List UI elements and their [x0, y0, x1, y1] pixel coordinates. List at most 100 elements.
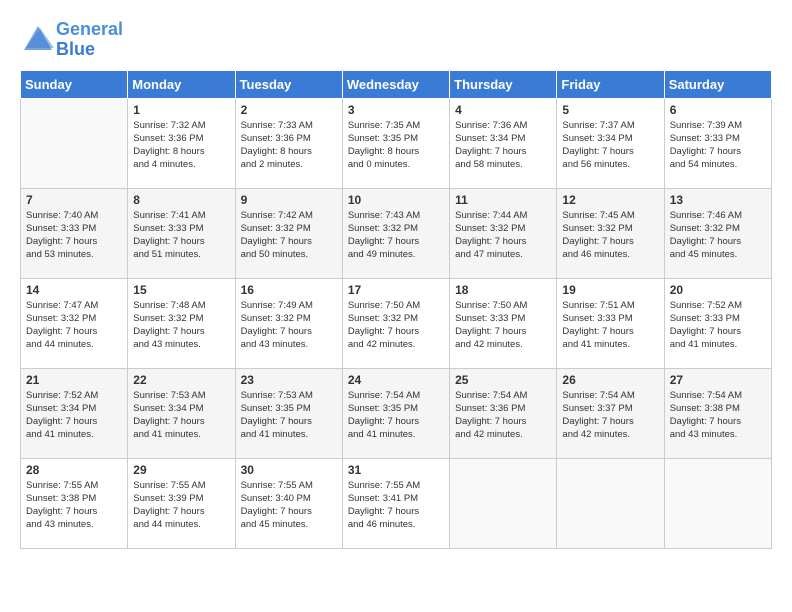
day-info: Sunrise: 7:40 AMSunset: 3:33 PMDaylight:… [26, 209, 122, 262]
calendar-cell: 1 Sunrise: 7:32 AMSunset: 3:36 PMDaylight… [128, 98, 235, 188]
day-number: 24 [348, 373, 444, 387]
calendar-cell [450, 458, 557, 548]
day-number: 12 [562, 193, 658, 207]
day-number: 23 [241, 373, 337, 387]
day-info: Sunrise: 7:55 AMSunset: 3:41 PMDaylight:… [348, 479, 444, 532]
calendar-cell: 24 Sunrise: 7:54 AMSunset: 3:35 PMDayligh… [342, 368, 449, 458]
day-info: Sunrise: 7:52 AMSunset: 3:34 PMDaylight:… [26, 389, 122, 442]
calendar-cell [557, 458, 664, 548]
day-info: Sunrise: 7:52 AMSunset: 3:33 PMDaylight:… [670, 299, 766, 352]
day-info: Sunrise: 7:50 AMSunset: 3:32 PMDaylight:… [348, 299, 444, 352]
day-info: Sunrise: 7:44 AMSunset: 3:32 PMDaylight:… [455, 209, 551, 262]
day-number: 29 [133, 463, 229, 477]
calendar-cell: 21 Sunrise: 7:52 AMSunset: 3:34 PMDayligh… [21, 368, 128, 458]
day-number: 25 [455, 373, 551, 387]
calendar-cell: 12 Sunrise: 7:45 AMSunset: 3:32 PMDayligh… [557, 188, 664, 278]
calendar-cell: 25Sunrise: 7:54 AMSunset: 3:36 PMDayligh… [450, 368, 557, 458]
day-info: Sunrise: 7:51 AMSunset: 3:33 PMDaylight:… [562, 299, 658, 352]
week-row-1: 1 Sunrise: 7:32 AMSunset: 3:36 PMDaylight… [21, 98, 772, 188]
day-info: Sunrise: 7:54 AMSunset: 3:37 PMDaylight:… [562, 389, 658, 442]
day-info: Sunrise: 7:47 AMSunset: 3:32 PMDaylight:… [26, 299, 122, 352]
day-info: Sunrise: 7:53 AMSunset: 3:35 PMDaylight:… [241, 389, 337, 442]
day-number: 5 [562, 103, 658, 117]
day-info: Sunrise: 7:53 AMSunset: 3:34 PMDaylight:… [133, 389, 229, 442]
calendar-cell: 30Sunrise: 7:55 AMSunset: 3:40 PMDayligh… [235, 458, 342, 548]
day-info: Sunrise: 7:46 AMSunset: 3:32 PMDaylight:… [670, 209, 766, 262]
day-number: 16 [241, 283, 337, 297]
calendar-cell: 15 Sunrise: 7:48 AMSunset: 3:32 PMDayligh… [128, 278, 235, 368]
day-number: 1 [133, 103, 229, 117]
calendar-cell: 28 Sunrise: 7:55 AMSunset: 3:38 PMDayligh… [21, 458, 128, 548]
calendar-cell: 3 Sunrise: 7:35 AMSunset: 3:35 PMDaylight… [342, 98, 449, 188]
calendar-cell: 5 Sunrise: 7:37 AMSunset: 3:34 PMDaylight… [557, 98, 664, 188]
day-info: Sunrise: 7:55 AMSunset: 3:38 PMDaylight:… [26, 479, 122, 532]
day-info: Sunrise: 7:42 AMSunset: 3:32 PMDaylight:… [241, 209, 337, 262]
day-info: Sunrise: 7:39 AMSunset: 3:33 PMDaylight:… [670, 119, 766, 172]
day-info: Sunrise: 7:55 AMSunset: 3:39 PMDaylight:… [133, 479, 229, 532]
day-info: Sunrise: 7:45 AMSunset: 3:32 PMDaylight:… [562, 209, 658, 262]
day-header-monday: Monday [128, 70, 235, 98]
logo: General Blue [20, 20, 123, 60]
calendar-cell: 31Sunrise: 7:55 AMSunset: 3:41 PMDayligh… [342, 458, 449, 548]
day-number: 11 [455, 193, 551, 207]
week-row-2: 7 Sunrise: 7:40 AMSunset: 3:33 PMDaylight… [21, 188, 772, 278]
day-info: Sunrise: 7:37 AMSunset: 3:34 PMDaylight:… [562, 119, 658, 172]
day-number: 20 [670, 283, 766, 297]
calendar-cell: 17 Sunrise: 7:50 AMSunset: 3:32 PMDayligh… [342, 278, 449, 368]
day-number: 9 [241, 193, 337, 207]
day-number: 22 [133, 373, 229, 387]
day-number: 13 [670, 193, 766, 207]
calendar-cell [21, 98, 128, 188]
calendar-cell: 4 Sunrise: 7:36 AMSunset: 3:34 PMDaylight… [450, 98, 557, 188]
day-number: 17 [348, 283, 444, 297]
calendar-cell: 20 Sunrise: 7:52 AMSunset: 3:33 PMDayligh… [664, 278, 771, 368]
days-header-row: SundayMondayTuesdayWednesdayThursdayFrid… [21, 70, 772, 98]
day-number: 18 [455, 283, 551, 297]
day-number: 28 [26, 463, 122, 477]
day-number: 10 [348, 193, 444, 207]
day-info: Sunrise: 7:43 AMSunset: 3:32 PMDaylight:… [348, 209, 444, 262]
day-info: Sunrise: 7:33 AMSunset: 3:36 PMDaylight:… [241, 119, 337, 172]
calendar-cell: 29 Sunrise: 7:55 AMSunset: 3:39 PMDayligh… [128, 458, 235, 548]
calendar-cell: 26 Sunrise: 7:54 AMSunset: 3:37 PMDayligh… [557, 368, 664, 458]
day-header-thursday: Thursday [450, 70, 557, 98]
day-number: 27 [670, 373, 766, 387]
day-number: 3 [348, 103, 444, 117]
day-info: Sunrise: 7:48 AMSunset: 3:32 PMDaylight:… [133, 299, 229, 352]
day-info: Sunrise: 7:32 AMSunset: 3:36 PMDaylight:… [133, 119, 229, 172]
day-number: 6 [670, 103, 766, 117]
calendar-cell: 16 Sunrise: 7:49 AMSunset: 3:32 PMDayligh… [235, 278, 342, 368]
logo-text: General Blue [56, 20, 123, 60]
day-number: 2 [241, 103, 337, 117]
calendar-cell: 13 Sunrise: 7:46 AMSunset: 3:32 PMDayligh… [664, 188, 771, 278]
page-header: General Blue [20, 20, 772, 60]
calendar-cell: 22 Sunrise: 7:53 AMSunset: 3:34 PMDayligh… [128, 368, 235, 458]
calendar-cell: 14Sunrise: 7:47 AMSunset: 3:32 PMDayligh… [21, 278, 128, 368]
calendar-cell: 2 Sunrise: 7:33 AMSunset: 3:36 PMDaylight… [235, 98, 342, 188]
day-number: 8 [133, 193, 229, 207]
day-info: Sunrise: 7:50 AMSunset: 3:33 PMDaylight:… [455, 299, 551, 352]
day-number: 15 [133, 283, 229, 297]
day-number: 7 [26, 193, 122, 207]
calendar-cell: 23 Sunrise: 7:53 AMSunset: 3:35 PMDayligh… [235, 368, 342, 458]
day-header-sunday: Sunday [21, 70, 128, 98]
calendar-cell: 18 Sunrise: 7:50 AMSunset: 3:33 PMDayligh… [450, 278, 557, 368]
day-info: Sunrise: 7:36 AMSunset: 3:34 PMDaylight:… [455, 119, 551, 172]
day-info: Sunrise: 7:49 AMSunset: 3:32 PMDaylight:… [241, 299, 337, 352]
day-number: 21 [26, 373, 122, 387]
day-info: Sunrise: 7:54 AMSunset: 3:35 PMDaylight:… [348, 389, 444, 442]
day-number: 19 [562, 283, 658, 297]
day-info: Sunrise: 7:41 AMSunset: 3:33 PMDaylight:… [133, 209, 229, 262]
day-info: Sunrise: 7:54 AMSunset: 3:38 PMDaylight:… [670, 389, 766, 442]
day-number: 30 [241, 463, 337, 477]
calendar-table: SundayMondayTuesdayWednesdayThursdayFrid… [20, 70, 772, 549]
day-info: Sunrise: 7:35 AMSunset: 3:35 PMDaylight:… [348, 119, 444, 172]
calendar-cell: 8 Sunrise: 7:41 AMSunset: 3:33 PMDaylight… [128, 188, 235, 278]
day-header-wednesday: Wednesday [342, 70, 449, 98]
calendar-cell: 19 Sunrise: 7:51 AMSunset: 3:33 PMDayligh… [557, 278, 664, 368]
logo-icon [20, 22, 56, 58]
calendar-cell: 9 Sunrise: 7:42 AMSunset: 3:32 PMDaylight… [235, 188, 342, 278]
day-number: 26 [562, 373, 658, 387]
day-header-saturday: Saturday [664, 70, 771, 98]
day-number: 4 [455, 103, 551, 117]
